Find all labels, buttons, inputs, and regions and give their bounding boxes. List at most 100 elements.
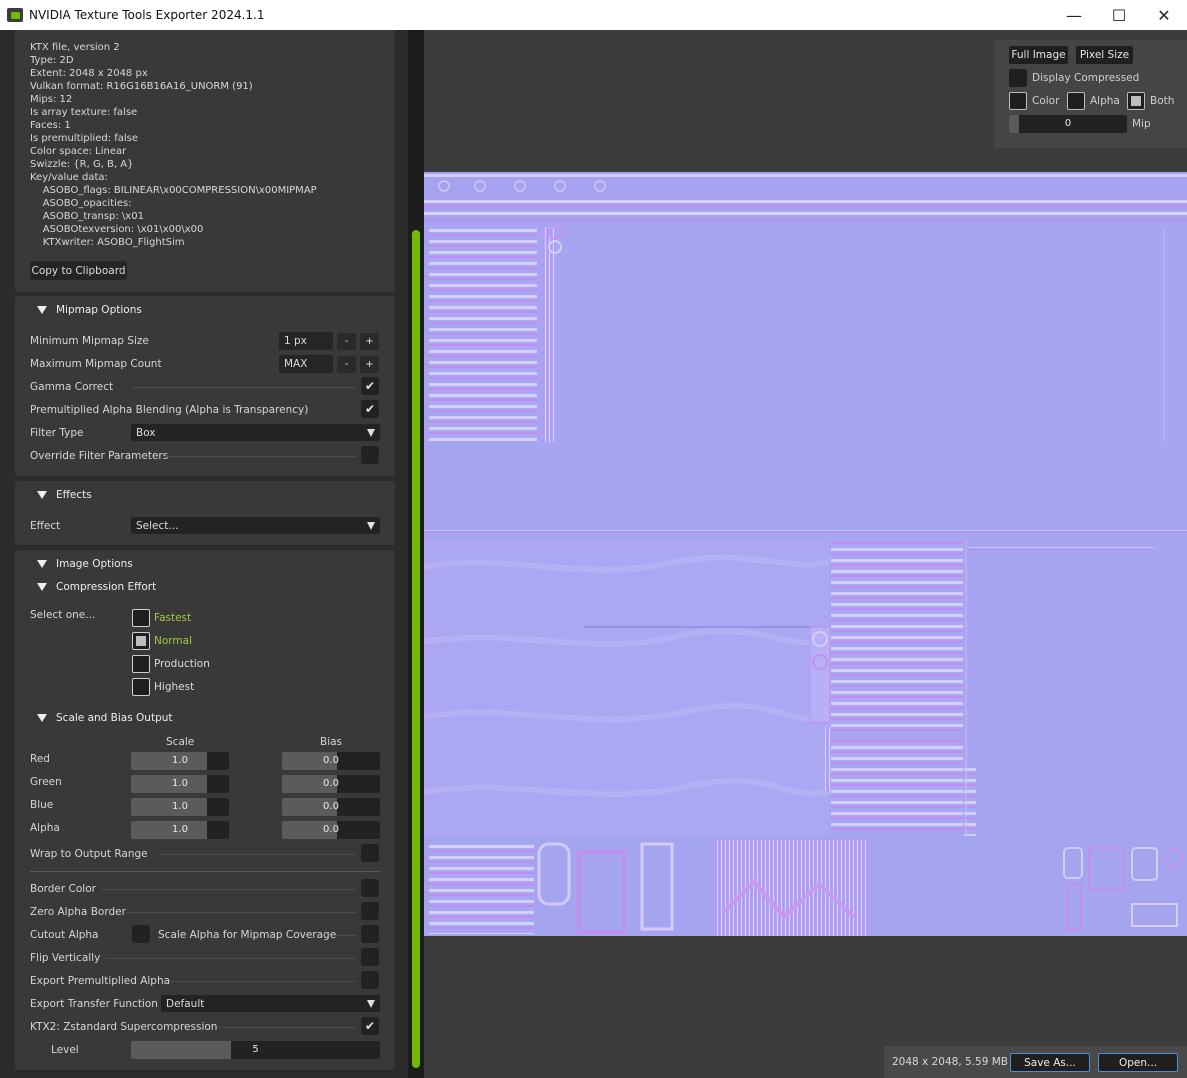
color-radio[interactable] [1009, 92, 1027, 110]
export-premultiplied-label: Export Premultiplied Alpha [30, 975, 171, 987]
effort-highest-radio[interactable] [132, 678, 150, 696]
export-premultiplied-checkbox[interactable] [361, 971, 379, 989]
nvidia-app-icon [7, 8, 23, 22]
collapse-triangle-icon [37, 491, 47, 499]
divider [217, 1027, 356, 1028]
level-label: Level [51, 1044, 79, 1056]
minimize-button[interactable]: — [1051, 0, 1097, 30]
effort-highest-label[interactable]: Highest [154, 681, 194, 693]
save-as-button[interactable]: Save As... [1010, 1053, 1090, 1072]
view-options-overlay: Full Image Pixel Size Display Compressed… [994, 40, 1187, 148]
file-info-line: ASOBO_opacities: [30, 198, 132, 209]
divider [125, 912, 356, 913]
settings-panel: KTX file, version 2 Type: 2D Extent: 2048 … [0, 30, 408, 1078]
checkmark-icon: ✔ [364, 402, 376, 416]
image-options-header[interactable]: Image Options [37, 558, 133, 570]
select-one-label: Select one... [30, 609, 96, 621]
mipmap-options-header[interactable]: Mipmap Options [37, 304, 142, 316]
display-compressed-checkbox[interactable] [1009, 69, 1027, 87]
effort-normal-radio[interactable] [132, 632, 150, 650]
max-mipmap-count-label: Maximum Mipmap Count [30, 358, 162, 370]
flip-vertically-checkbox[interactable] [361, 948, 379, 966]
red-scale-slider[interactable]: 1.0 [131, 752, 229, 770]
border-color-label: Border Color [30, 883, 96, 895]
both-label: Both [1150, 95, 1175, 107]
full-image-button[interactable]: Full Image [1009, 46, 1068, 64]
open-button[interactable]: Open... [1098, 1053, 1178, 1072]
effort-production-label[interactable]: Production [154, 658, 210, 670]
effect-dropdown[interactable]: Select... [131, 517, 380, 534]
file-info-text: KTX file, version 2 Type: 2D Extent: 2048 … [30, 41, 317, 249]
maximize-button[interactable]: ☐ [1096, 0, 1142, 30]
min-mipmap-increment-button[interactable]: + [360, 333, 379, 350]
window-title: NVIDIA Texture Tools Exporter 2024.1.1 [29, 8, 265, 22]
blue-scale-slider[interactable]: 1.0 [131, 798, 229, 816]
texture-viewer[interactable]: Full Image Pixel Size Display Compressed… [424, 30, 1187, 1078]
collapse-triangle-icon [37, 306, 47, 314]
green-bias-slider[interactable]: 0.0 [282, 775, 380, 793]
min-mipmap-size-field[interactable]: 1 px [279, 332, 333, 350]
file-info-line: Mips: 12 [30, 94, 73, 105]
alpha-scale-slider[interactable]: 1.0 [131, 821, 229, 839]
premultiplied-alpha-checkbox[interactable]: ✔ [361, 400, 379, 418]
effects-header[interactable]: Effects [37, 489, 92, 501]
scale-alpha-coverage-label: Scale Alpha for Mipmap Coverage [158, 929, 337, 941]
close-icon: ✕ [1157, 5, 1171, 25]
scale-bias-header[interactable]: Scale and Bias Output [37, 712, 173, 724]
max-mipmap-count-field[interactable]: MAX [279, 355, 333, 373]
normal-map-texture[interactable] [424, 172, 1187, 936]
transfer-function-dropdown[interactable]: Default [161, 995, 380, 1012]
max-mipmap-decrement-button[interactable]: - [337, 356, 356, 373]
effort-fastest-radio[interactable] [132, 609, 150, 627]
divider [169, 981, 356, 982]
filter-type-label: Filter Type [30, 427, 84, 439]
collapse-triangle-icon [37, 560, 47, 568]
cutout-alpha-label: Cutout Alpha [30, 929, 99, 941]
min-mipmap-decrement-button[interactable]: - [337, 333, 356, 350]
compression-effort-header[interactable]: Compression Effort [37, 581, 156, 593]
override-filter-checkbox[interactable] [361, 446, 379, 464]
filter-type-dropdown[interactable]: Box [131, 424, 380, 441]
effort-normal-label[interactable]: Normal [154, 635, 192, 647]
premultiplied-alpha-label: Premultiplied Alpha Blending (Alpha is T… [30, 404, 309, 416]
file-info-line: ASOBO_flags: BILINEAR\x00COMPRESSION\x00… [30, 185, 317, 196]
pixel-size-button[interactable]: Pixel Size [1076, 46, 1133, 64]
cutout-alpha-checkbox[interactable] [132, 925, 150, 943]
scale-alpha-coverage-checkbox[interactable] [361, 925, 379, 943]
scrollbar-thumb[interactable] [412, 230, 420, 1068]
alpha-radio[interactable] [1067, 92, 1085, 110]
file-info-line: KTX file, version 2 [30, 42, 120, 53]
wrap-output-label: Wrap to Output Range [30, 848, 148, 860]
zero-alpha-border-checkbox[interactable] [361, 902, 379, 920]
close-button[interactable]: ✕ [1141, 0, 1187, 30]
blue-bias-slider[interactable]: 0.0 [282, 798, 380, 816]
effort-fastest-label[interactable]: Fastest [154, 612, 191, 624]
border-color-swatch[interactable] [361, 879, 379, 897]
green-scale-slider[interactable]: 1.0 [131, 775, 229, 793]
ktx2-zstd-checkbox[interactable]: ✔ [361, 1017, 379, 1035]
display-compressed-label: Display Compressed [1032, 72, 1140, 84]
file-info-line: Is premultiplied: false [30, 133, 139, 144]
image-size-status: 2048 x 2048, 5.59 MB [892, 1056, 1008, 1068]
gamma-correct-checkbox[interactable]: ✔ [361, 377, 379, 395]
mip-slider[interactable]: 0 [1009, 115, 1127, 133]
dropdown-arrow-icon [367, 429, 375, 437]
mip-label: Mip [1132, 118, 1151, 130]
effects-panel: Effects Effect Select... [15, 481, 395, 545]
effort-production-radio[interactable] [132, 655, 150, 673]
bias-column-label: Bias [320, 736, 343, 748]
both-radio[interactable] [1127, 92, 1145, 110]
wrap-output-checkbox[interactable] [361, 844, 379, 862]
red-bias-slider[interactable]: 0.0 [282, 752, 380, 770]
checkmark-icon: ✔ [364, 1019, 376, 1033]
image-options-panel: Image Options Compression Effort Select … [15, 550, 395, 1070]
alpha-bias-slider[interactable]: 0.0 [282, 821, 380, 839]
override-filter-label: Override Filter Parameters [30, 450, 169, 462]
max-mipmap-increment-button[interactable]: + [360, 356, 379, 373]
copy-to-clipboard-button[interactable]: Copy to Clipboard [30, 261, 127, 280]
divider [333, 935, 356, 936]
settings-scrollbar[interactable] [408, 30, 424, 1078]
level-slider[interactable]: 5 [131, 1041, 380, 1059]
file-info-line: Extent: 2048 x 2048 px [30, 68, 148, 79]
file-info-line: Swizzle: {R, G, B, A} [30, 159, 134, 170]
